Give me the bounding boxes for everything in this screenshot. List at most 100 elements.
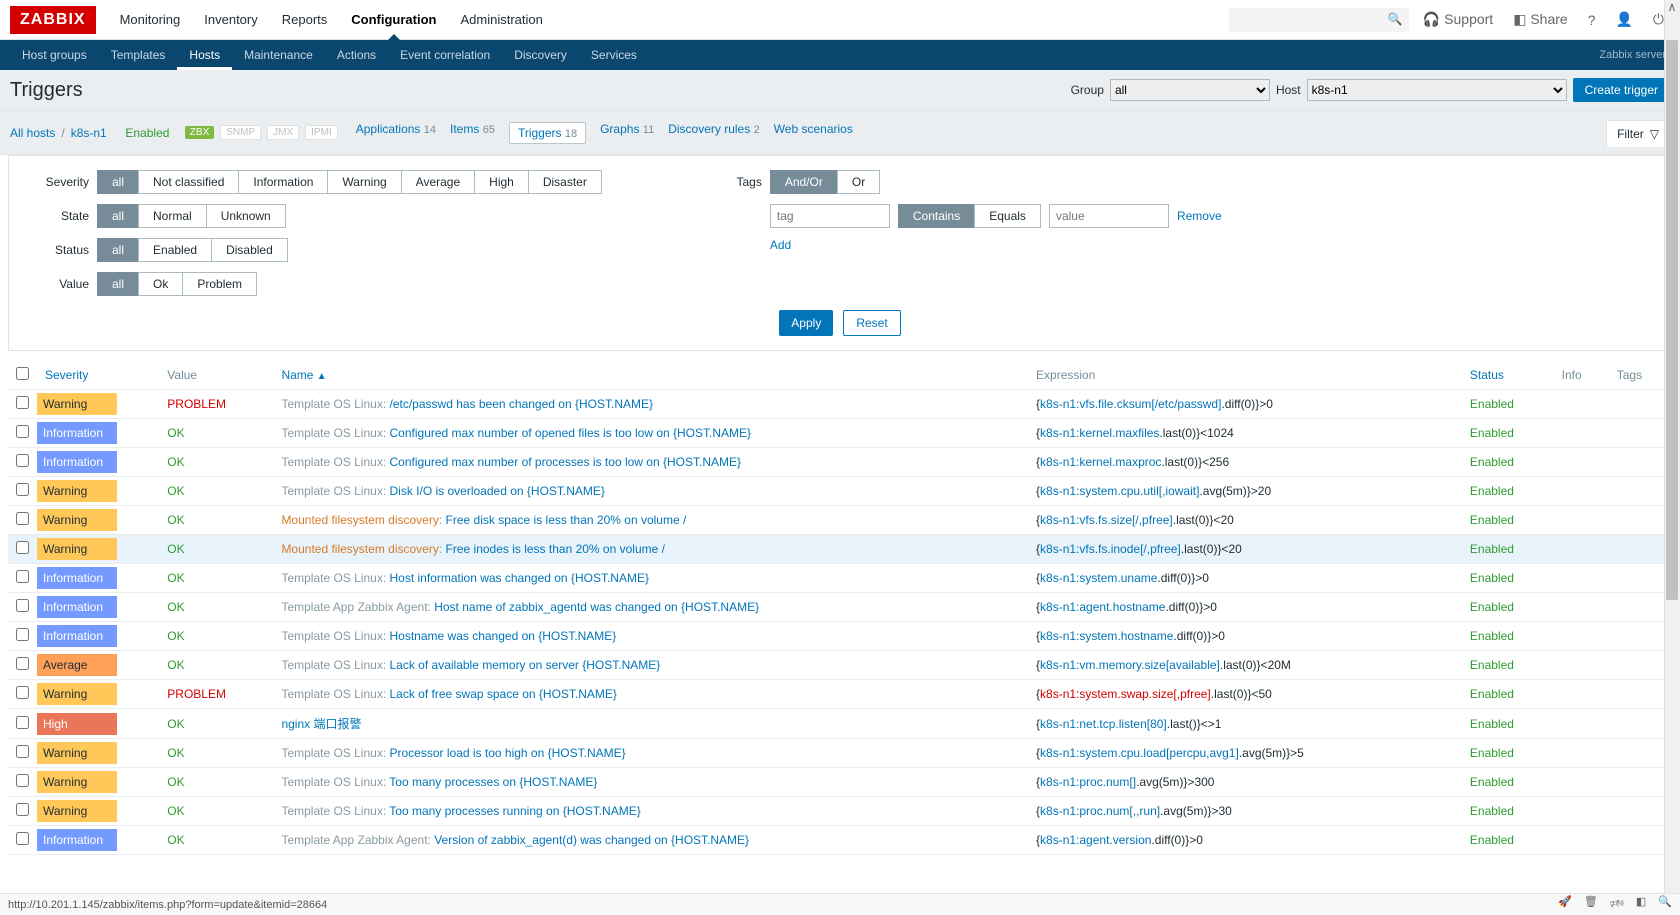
subnav-discovery[interactable]: Discovery <box>502 40 579 70</box>
col-severity[interactable]: Severity <box>37 361 159 390</box>
col-name[interactable]: Name ▲ <box>273 361 1028 390</box>
logo[interactable]: ZABBIX <box>10 6 96 34</box>
bc-tab-applications[interactable]: Applications 14 <box>356 122 436 144</box>
status-group-all[interactable]: all <box>97 238 138 262</box>
template-link[interactable]: Template OS Linux <box>281 571 382 585</box>
expression-link[interactable]: k8s-n1:vfs.file.cksum[/etc/passwd] <box>1040 397 1221 411</box>
template-link[interactable]: Template OS Linux <box>281 484 382 498</box>
share-link[interactable]: ◧ Share <box>1507 11 1573 28</box>
search-input[interactable] <box>1229 8 1409 32</box>
subnav-actions[interactable]: Actions <box>325 40 388 70</box>
template-link[interactable]: Template App Zabbix Agent <box>281 600 427 614</box>
template-link[interactable]: Template OS Linux <box>281 397 382 411</box>
status-link[interactable]: Enabled <box>1470 775 1514 789</box>
bc-host[interactable]: k8s-n1 <box>71 126 107 140</box>
trigger-name-link[interactable]: Configured max number of opened files is… <box>390 426 752 440</box>
bc-tab-graphs[interactable]: Graphs 11 <box>600 122 654 144</box>
status-link[interactable]: Enabled <box>1470 426 1514 440</box>
row-checkbox[interactable] <box>16 425 29 438</box>
state-group-all[interactable]: all <box>97 204 138 228</box>
badge-zbx[interactable]: ZBX <box>185 126 214 139</box>
status-group-enabled[interactable]: Enabled <box>138 238 211 262</box>
row-checkbox[interactable] <box>16 628 29 641</box>
expression-link[interactable]: k8s-n1:net.tcp.listen[80] <box>1040 717 1167 731</box>
sev-group-information[interactable]: Information <box>238 170 327 194</box>
status-link[interactable]: Enabled <box>1470 658 1514 672</box>
trigger-name-link[interactable]: Lack of free swap space on {HOST.NAME} <box>390 687 617 701</box>
sev-group-high[interactable]: High <box>474 170 528 194</box>
row-checkbox[interactable] <box>16 483 29 496</box>
footer-search-icon[interactable]: 🔍 <box>1658 895 1672 914</box>
expression-link[interactable]: k8s-n1:system.cpu.util[,iowait] <box>1040 484 1199 498</box>
trigger-name-link[interactable]: Disk I/O is overloaded on {HOST.NAME} <box>390 484 605 498</box>
trigger-name-link[interactable]: Version of zabbix_agent(d) was changed o… <box>434 833 749 847</box>
sev-group-all[interactable]: all <box>97 170 138 194</box>
expression-link[interactable]: k8s-n1:vm.memory.size[available] <box>1040 658 1220 672</box>
template-link[interactable]: Template OS Linux <box>281 746 382 760</box>
footer-panel-icon[interactable]: ◧ <box>1636 895 1646 914</box>
bc-tab-web-scenarios[interactable]: Web scenarios <box>774 122 853 144</box>
trigger-name-link[interactable]: Host information was changed on {HOST.NA… <box>390 571 649 585</box>
status-link[interactable]: Enabled <box>1470 484 1514 498</box>
bc-all-hosts[interactable]: All hosts <box>10 126 55 140</box>
scrollbar[interactable]: ∧ <box>1664 0 1680 893</box>
expression-link[interactable]: k8s-n1:system.swap.size[,pfree] <box>1040 687 1211 701</box>
sev-group-warning[interactable]: Warning <box>327 170 400 194</box>
topnav-reports[interactable]: Reports <box>270 0 340 39</box>
bc-tab-triggers[interactable]: Triggers 18 <box>509 122 586 144</box>
template-link[interactable]: Template OS Linux <box>281 426 382 440</box>
trigger-name-link[interactable]: Hostname was changed on {HOST.NAME} <box>390 629 617 643</box>
add-link[interactable]: Add <box>770 238 791 252</box>
search-icon[interactable]: 🔍 <box>1388 12 1403 26</box>
expression-link[interactable]: k8s-n1:system.uname <box>1040 571 1157 585</box>
support-link[interactable]: 🎧 Support <box>1417 11 1499 28</box>
row-checkbox[interactable] <box>16 599 29 612</box>
bc-tab-discovery-rules[interactable]: Discovery rules 2 <box>668 122 759 144</box>
topnav-configuration[interactable]: Configuration <box>339 0 448 39</box>
scroll-thumb[interactable] <box>1666 40 1678 600</box>
status-link[interactable]: Enabled <box>1470 717 1514 731</box>
state-group-unknown[interactable]: Unknown <box>206 204 286 228</box>
reset-button[interactable]: Reset <box>843 310 900 336</box>
trigger-name-link[interactable]: Free disk space is less than 20% on volu… <box>446 513 687 527</box>
subnav-templates[interactable]: Templates <box>99 40 178 70</box>
subnav-host-groups[interactable]: Host groups <box>10 40 99 70</box>
status-link[interactable]: Enabled <box>1470 571 1514 585</box>
footer-rocket-icon[interactable]: 🚀 <box>1558 895 1572 914</box>
expression-link[interactable]: k8s-n1:system.hostname <box>1040 629 1173 643</box>
row-checkbox[interactable] <box>16 512 29 525</box>
sev-group-not-classified[interactable]: Not classified <box>138 170 238 194</box>
filter-toggle[interactable]: Filter ▽ <box>1606 120 1670 147</box>
tag-value-input[interactable] <box>1049 204 1169 228</box>
expression-link[interactable]: k8s-n1:system.cpu.load[percpu,avg1] <box>1040 746 1239 760</box>
tagsmode-group-or[interactable]: Or <box>837 170 880 194</box>
status-link[interactable]: Enabled <box>1470 833 1514 847</box>
bc-tab-items[interactable]: Items 65 <box>450 122 495 144</box>
trigger-name-link[interactable]: nginx 端口报警 <box>281 717 361 731</box>
sev-group-disaster[interactable]: Disaster <box>528 170 602 194</box>
value-group-ok[interactable]: Ok <box>138 272 182 296</box>
row-checkbox[interactable] <box>16 454 29 467</box>
subnav-maintenance[interactable]: Maintenance <box>232 40 325 70</box>
row-checkbox[interactable] <box>16 570 29 583</box>
expression-link[interactable]: k8s-n1:agent.hostname <box>1040 600 1165 614</box>
host-select[interactable]: k8s-n1 <box>1307 79 1567 101</box>
trigger-name-link[interactable]: Configured max number of processes is to… <box>390 455 742 469</box>
subnav-services[interactable]: Services <box>579 40 649 70</box>
template-link[interactable]: Template OS Linux <box>281 629 382 643</box>
expression-link[interactable]: k8s-n1:vfs.fs.size[/,pfree] <box>1040 513 1173 527</box>
sev-group-average[interactable]: Average <box>401 170 474 194</box>
template-link[interactable]: Template OS Linux <box>281 455 382 469</box>
contains-group-contains[interactable]: Contains <box>898 204 974 228</box>
zabbix-server-link[interactable]: Zabbix server <box>1599 49 1670 61</box>
expression-link[interactable]: k8s-n1:proc.num[] <box>1040 775 1136 789</box>
status-link[interactable]: Enabled <box>1470 746 1514 760</box>
trigger-name-link[interactable]: Host name of zabbix_agentd was changed o… <box>434 600 759 614</box>
status-link[interactable]: Enabled <box>1470 397 1514 411</box>
template-link[interactable]: Template OS Linux <box>281 687 382 701</box>
row-checkbox[interactable] <box>16 541 29 554</box>
row-checkbox[interactable] <box>16 832 29 845</box>
template-link[interactable]: Mounted filesystem discovery <box>281 513 438 527</box>
topnav-administration[interactable]: Administration <box>449 0 555 39</box>
col-status[interactable]: Status <box>1462 361 1554 390</box>
